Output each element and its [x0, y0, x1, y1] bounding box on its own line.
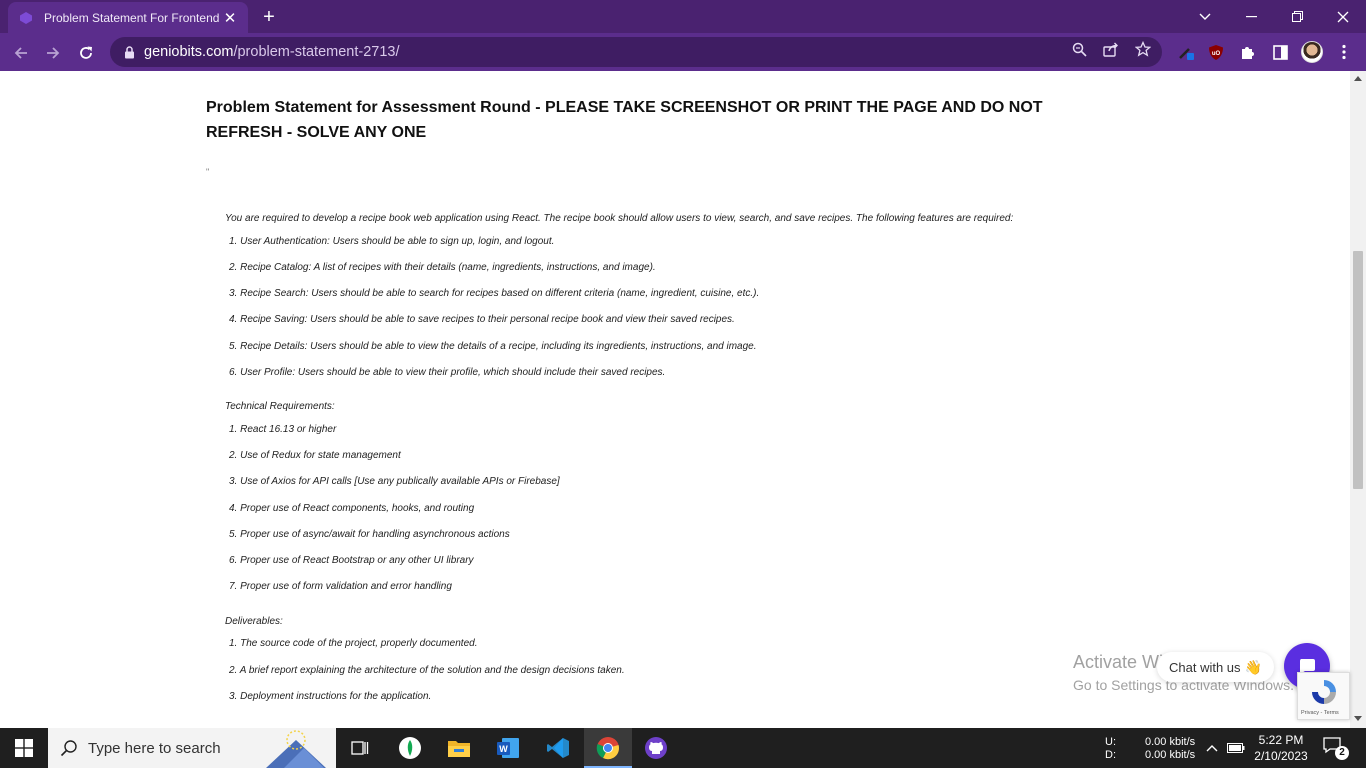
tech-item: 7. Proper use of form validation and err… [229, 581, 452, 592]
tech-item: 1. React 16.13 or higher [229, 424, 337, 435]
notification-count-badge: 2 [1335, 746, 1349, 760]
tab-title: Problem Statement For Frontend [44, 10, 220, 25]
page-scrollbar[interactable] [1350, 71, 1366, 728]
vscode-icon[interactable] [544, 734, 572, 762]
chrome-icon[interactable] [594, 734, 622, 762]
windows-logo-icon [15, 739, 33, 757]
tab-close-icon[interactable]: ✕ [222, 10, 238, 27]
zoom-icon[interactable] [1069, 39, 1089, 59]
tech-item: 4. Proper use of React components, hooks… [229, 503, 475, 514]
minimize-button[interactable] [1228, 0, 1274, 33]
battery-icon[interactable] [1224, 734, 1248, 762]
recaptcha-logo-icon [1312, 680, 1336, 704]
quote-mark: " [206, 167, 210, 177]
browser-tab-active[interactable]: Problem Statement For Frontend ✕ [8, 2, 248, 33]
new-tab-button[interactable]: + [258, 6, 280, 28]
forward-arrow-icon[interactable] [40, 40, 66, 66]
url-text: geniobits.com/problem-statement-2713/ [144, 44, 400, 60]
feature-item: 2. Recipe Catalog: A list of recipes wit… [229, 262, 656, 273]
search-highlight-illustration [266, 730, 326, 768]
reload-icon[interactable] [73, 40, 99, 66]
tab-search-chevron-icon[interactable] [1182, 0, 1228, 33]
problem-intro: You are required to develop a recipe boo… [225, 213, 1014, 224]
chat-prompt-bubble[interactable]: Chat with us 👋 [1157, 652, 1274, 682]
page-title: Problem Statement for Assessment Round -… [206, 99, 1043, 141]
net-download-speed: 0.00 kbit/s [1145, 749, 1196, 761]
svg-text:uO: uO [1212, 51, 1221, 57]
search-icon [60, 740, 77, 757]
tech-item: 6. Proper use of React Bootstrap or any … [229, 555, 474, 566]
close-window-button[interactable] [1320, 0, 1366, 33]
network-speed-values: 0.00 kbit/s 0.00 kbit/s [1145, 736, 1195, 762]
net-upload-speed: 0.00 kbit/s [1145, 736, 1196, 748]
feature-item: 3. Recipe Search: Users should be able t… [229, 288, 760, 299]
address-bar[interactable]: geniobits.com/problem-statement-2713/ [110, 37, 1162, 67]
restore-button[interactable] [1274, 0, 1320, 33]
technical-requirements-label: Technical Requirements: [225, 401, 335, 412]
kebab-menu-icon[interactable] [1334, 42, 1354, 62]
feature-item: 6. User Profile: Users should be able to… [229, 367, 666, 378]
svg-text:W: W [499, 744, 508, 754]
feature-item: 5. Recipe Details: Users should be able … [229, 341, 757, 352]
action-center-button[interactable]: 2 [1322, 736, 1350, 760]
windows-taskbar: Type here to search W U: D: 0.00 kbit/s … [0, 728, 1366, 768]
browser-toolbar: geniobits.com/problem-statement-2713/ uO [0, 33, 1366, 71]
back-arrow-icon[interactable] [8, 40, 34, 66]
net-upload-label: U: [1105, 736, 1116, 748]
extensions-puzzle-icon[interactable] [1238, 42, 1258, 62]
scroll-up-arrow-icon[interactable] [1354, 76, 1362, 81]
waving-hand-icon: 👋 [1244, 658, 1262, 675]
deliverable-item: 3. Deployment instructions for the appli… [229, 691, 432, 702]
net-download-label: D: [1105, 749, 1116, 761]
ublock-extension-icon[interactable]: uO [1206, 42, 1226, 62]
eyedropper-extension-icon[interactable] [1176, 42, 1196, 62]
profile-avatar[interactable] [1301, 41, 1323, 63]
show-hidden-icons-chevron-icon[interactable] [1200, 734, 1224, 762]
network-speed-labels: U: D: [1105, 736, 1116, 762]
file-explorer-icon[interactable] [445, 734, 473, 762]
taskbar-search-placeholder: Type here to search [88, 739, 221, 757]
start-button[interactable] [0, 728, 48, 768]
tech-item: 2. Use of Redux for state management [229, 450, 401, 461]
tech-item: 5. Proper use of async/await for handlin… [229, 529, 510, 540]
deliverables-label: Deliverables: [225, 616, 283, 627]
chat-prompt-label: Chat with us [1169, 659, 1241, 675]
site-favicon-icon [18, 10, 34, 26]
url-path: /problem-statement-2713/ [233, 44, 400, 60]
system-clock[interactable]: 5:22 PM 2/10/2023 [1250, 732, 1312, 764]
side-panel-icon[interactable] [1270, 42, 1290, 62]
lock-icon[interactable] [120, 43, 138, 61]
deliverable-item: 2. A brief report explaining the archite… [229, 665, 625, 676]
feature-item: 4. Recipe Saving: Users should be able t… [229, 314, 735, 325]
feature-item: 1. User Authentication: Users should be … [229, 236, 555, 247]
recaptcha-badge[interactable]: Privacy - Terms [1297, 672, 1350, 720]
recaptcha-terms[interactable]: Privacy - Terms [1301, 710, 1339, 716]
deliverable-item: 1. The source code of the project, prope… [229, 638, 478, 649]
share-icon[interactable] [1101, 39, 1121, 59]
task-view-icon[interactable] [346, 734, 374, 762]
taskbar-search-box[interactable]: Type here to search [48, 728, 336, 768]
scroll-down-arrow-icon[interactable] [1354, 716, 1362, 721]
bookmark-star-icon[interactable] [1133, 39, 1153, 59]
clock-date: 2/10/2023 [1254, 749, 1308, 763]
scrollbar-thumb[interactable] [1353, 251, 1363, 489]
mongodb-compass-icon[interactable] [396, 734, 424, 762]
github-desktop-icon[interactable] [642, 734, 670, 762]
microsoft-word-icon[interactable]: W [494, 734, 522, 762]
url-host: geniobits.com [144, 44, 234, 60]
web-page-content: Problem Statement for Assessment Round -… [0, 71, 1350, 728]
tech-item: 3. Use of Axios for API calls [Use any p… [229, 476, 560, 487]
browser-tab-strip: Problem Statement For Frontend ✕ + [0, 0, 1366, 33]
clock-time: 5:22 PM [1258, 733, 1304, 747]
